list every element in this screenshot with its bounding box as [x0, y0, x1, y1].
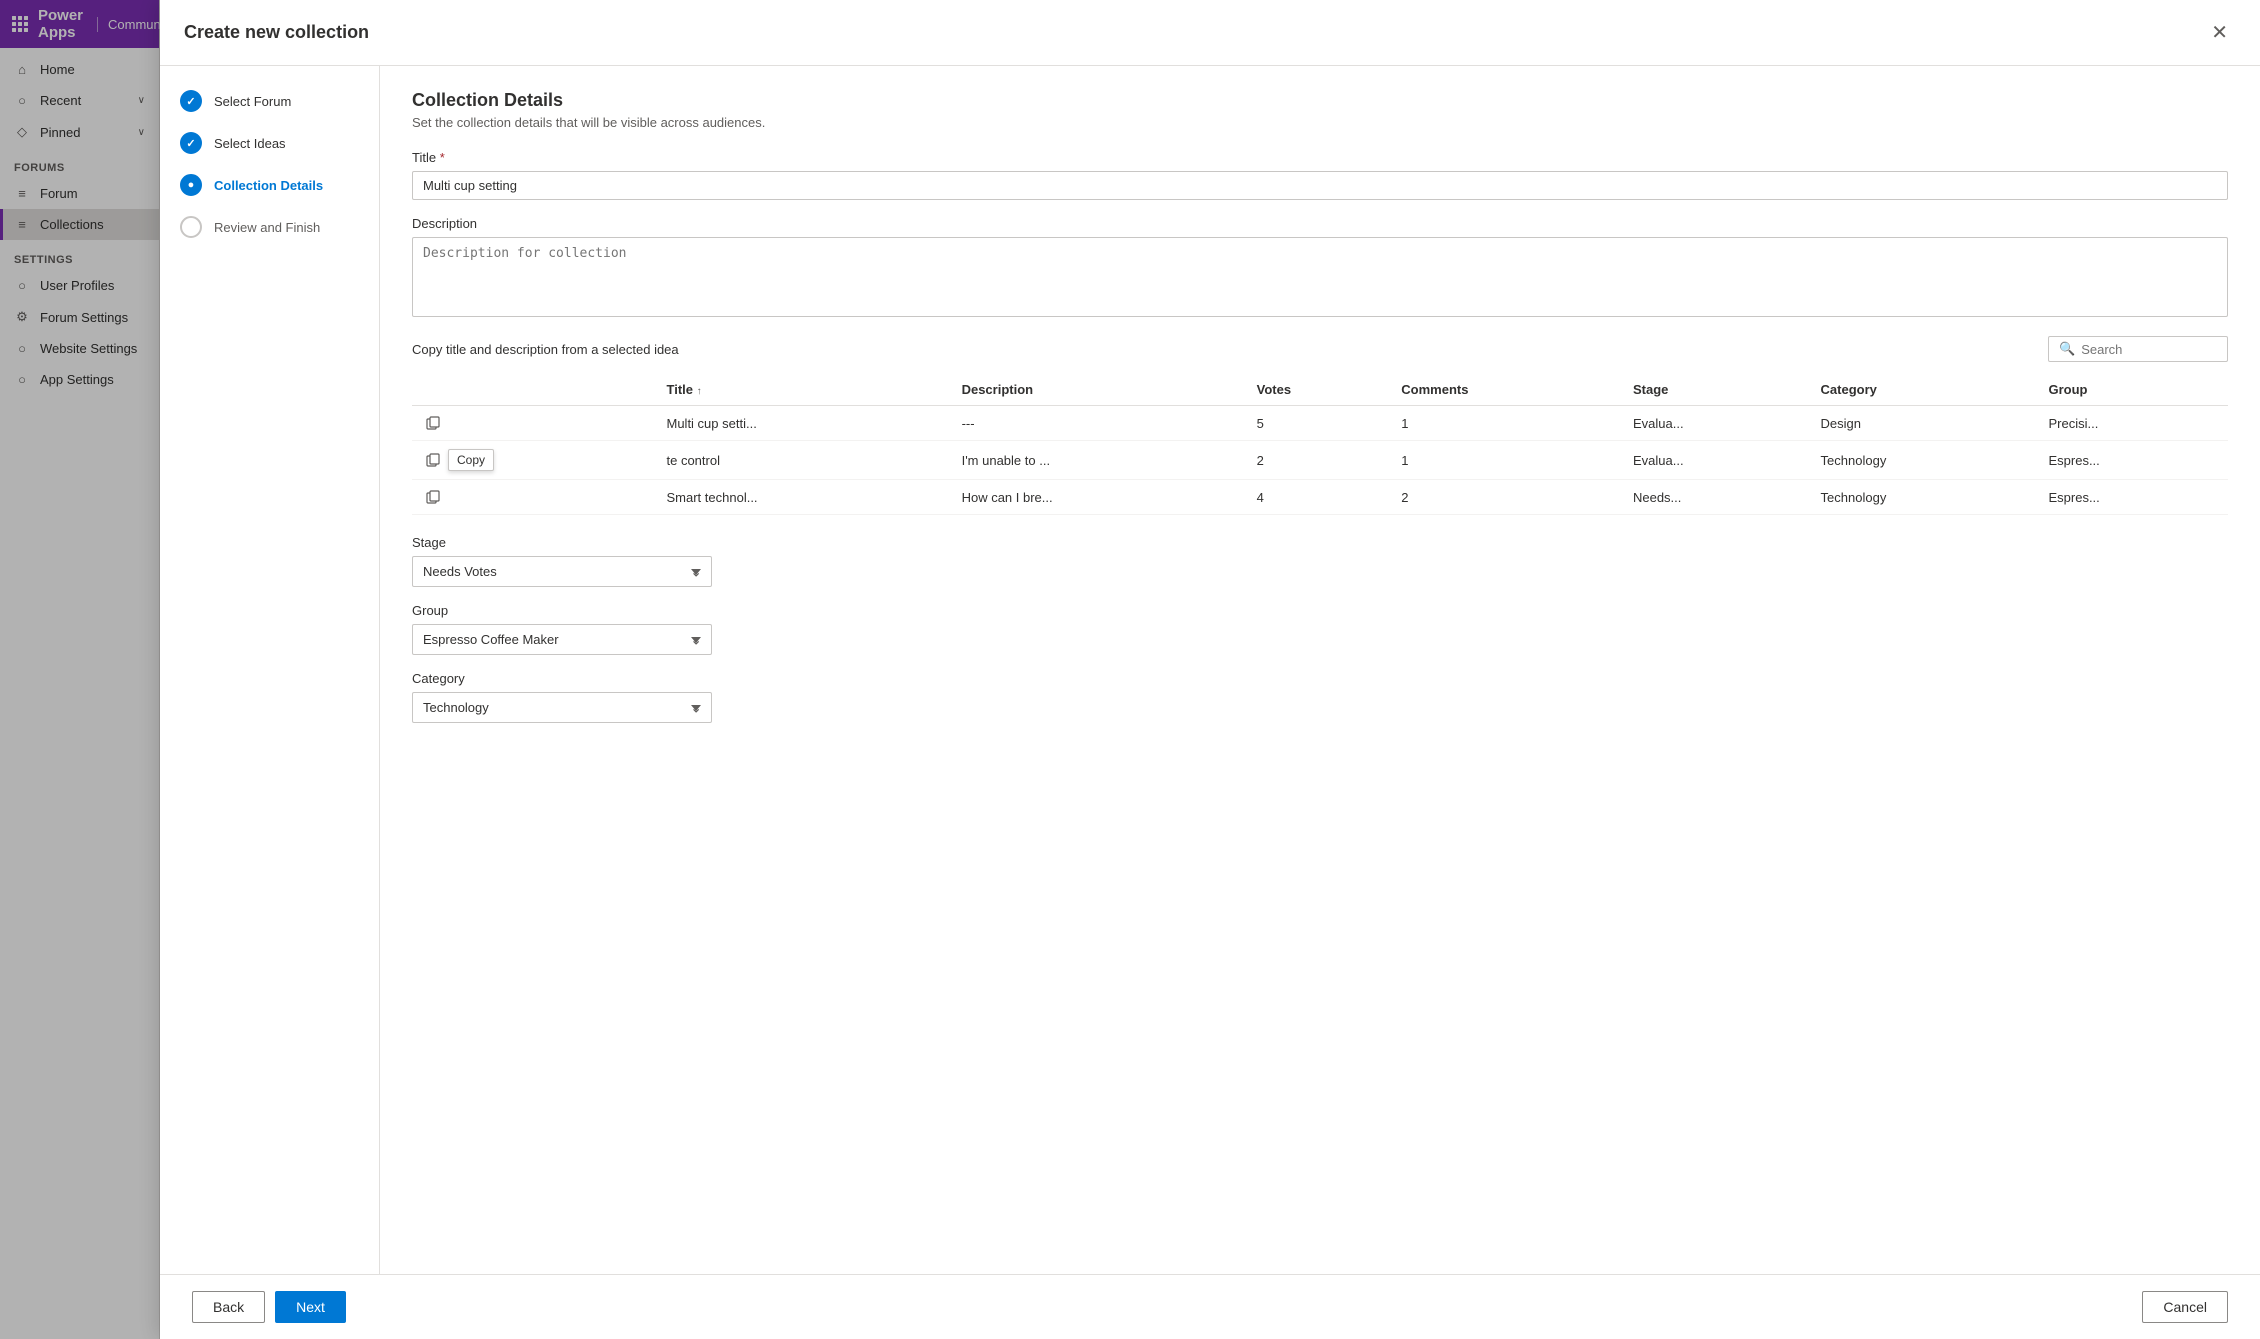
col-votes: Votes: [1247, 374, 1392, 406]
row-comments: 1: [1391, 406, 1623, 441]
row-category: Technology: [1811, 480, 2039, 515]
group-label: Group: [412, 603, 2228, 618]
dialog-body: ✓ Select Forum ✓ Select Ideas ● Collecti…: [160, 66, 2260, 1274]
stage-select[interactable]: Needs Votes Under Review Planned Complet…: [412, 556, 712, 587]
col-comments: Comments: [1391, 374, 1623, 406]
step-select-forum: ✓ Select Forum: [180, 90, 359, 112]
row-description: How can I bre...: [952, 480, 1247, 515]
group-form-group: Group Espresso Coffee Maker Precision Br…: [412, 603, 2228, 655]
sort-icon: ↑: [697, 386, 702, 397]
description-form-group: Description: [412, 216, 2228, 320]
col-category: Category: [1811, 374, 2039, 406]
stage-select-wrapper: Needs Votes Under Review Planned Complet…: [412, 556, 712, 587]
title-label: Title *: [412, 150, 2228, 165]
step-label-details: Collection Details: [214, 178, 323, 193]
row-copy-cell: Copy: [412, 441, 657, 480]
row-votes: 2: [1247, 441, 1392, 480]
row-stage: Evalua...: [1623, 406, 1811, 441]
dialog-header: Create new collection ✕: [160, 0, 2260, 66]
step-label-review: Review and Finish: [214, 220, 320, 235]
next-button[interactable]: Next: [275, 1291, 346, 1323]
row-title: Multi cup setti...: [657, 406, 952, 441]
step-label-forum: Select Forum: [214, 94, 291, 109]
row-stage: Evalua...: [1623, 441, 1811, 480]
copy-button[interactable]: [422, 414, 444, 432]
dialog-overlay: Create new collection ✕ ✓ Select Forum ✓…: [0, 0, 2260, 1339]
step-circle-forum: ✓: [180, 90, 202, 112]
row-copy-cell: [412, 406, 657, 441]
description-label: Description: [412, 216, 2228, 231]
category-select[interactable]: Technology Design Feature Request: [412, 692, 712, 723]
cancel-button[interactable]: Cancel: [2142, 1291, 2228, 1323]
step-circle-review: [180, 216, 202, 238]
table-row: Smart technol... How can I bre... 4 2 Ne…: [412, 480, 2228, 515]
stage-form-group: Stage Needs Votes Under Review Planned C…: [412, 535, 2228, 587]
step-review-finish: Review and Finish: [180, 216, 359, 238]
row-description: ---: [952, 406, 1247, 441]
row-copy-cell: [412, 480, 657, 515]
back-button[interactable]: Back: [192, 1291, 265, 1323]
copy-label: Copy title and description from a select…: [412, 342, 679, 357]
col-copy: [412, 374, 657, 406]
search-box[interactable]: 🔍: [2048, 336, 2228, 362]
row-comments: 1: [1391, 441, 1623, 480]
table-row: Multi cup setti... --- 5 1 Evalua... Des…: [412, 406, 2228, 441]
search-icon: 🔍: [2059, 341, 2075, 357]
step-select-ideas: ✓ Select Ideas: [180, 132, 359, 154]
title-form-group: Title *: [412, 150, 2228, 200]
dialog-title: Create new collection: [184, 22, 369, 43]
col-description: Description: [952, 374, 1247, 406]
search-input[interactable]: [2081, 342, 2217, 357]
group-select-wrapper: Espresso Coffee Maker Precision Brewer: [412, 624, 712, 655]
group-select[interactable]: Espresso Coffee Maker Precision Brewer: [412, 624, 712, 655]
col-title: Title ↑: [657, 374, 952, 406]
copy-section-header: Copy title and description from a select…: [412, 336, 2228, 362]
title-input[interactable]: [412, 171, 2228, 200]
row-category: Technology: [1811, 441, 2039, 480]
step-circle-details: ●: [180, 174, 202, 196]
row-comments: 2: [1391, 480, 1623, 515]
table-row: Copy te control I'm unable to ... 2 1 Ev…: [412, 441, 2228, 480]
section-subtitle: Set the collection details that will be …: [412, 115, 2228, 130]
required-mark: *: [440, 150, 445, 165]
col-group: Group: [2038, 374, 2228, 406]
row-votes: 4: [1247, 480, 1392, 515]
create-collection-dialog: Create new collection ✕ ✓ Select Forum ✓…: [160, 0, 2260, 1339]
stage-label: Stage: [412, 535, 2228, 550]
copy-button[interactable]: [422, 451, 444, 469]
row-votes: 5: [1247, 406, 1392, 441]
close-button[interactable]: ✕: [2203, 16, 2236, 49]
content-panel: Collection Details Set the collection de…: [380, 66, 2260, 1274]
row-stage: Needs...: [1623, 480, 1811, 515]
row-group: Espres...: [2038, 480, 2228, 515]
category-form-group: Category Technology Design Feature Reque…: [412, 671, 2228, 723]
category-select-wrapper: Technology Design Feature Request: [412, 692, 712, 723]
footer-left-buttons: Back Next: [192, 1291, 346, 1323]
description-textarea[interactable]: [412, 237, 2228, 317]
copy-tooltip: Copy: [448, 449, 494, 471]
dialog-footer: Back Next Cancel: [160, 1274, 2260, 1339]
copy-button[interactable]: [422, 488, 444, 506]
col-stage: Stage: [1623, 374, 1811, 406]
category-label: Category: [412, 671, 2228, 686]
row-description: I'm unable to ...: [952, 441, 1247, 480]
step-circle-ideas: ✓: [180, 132, 202, 154]
section-title: Collection Details: [412, 90, 2228, 111]
row-title: te control: [657, 441, 952, 480]
row-group: Precisi...: [2038, 406, 2228, 441]
steps-panel: ✓ Select Forum ✓ Select Ideas ● Collecti…: [160, 66, 380, 1274]
ideas-table: Title ↑ Description Votes Comments Stage…: [412, 374, 2228, 515]
step-label-ideas: Select Ideas: [214, 136, 286, 151]
row-title: Smart technol...: [657, 480, 952, 515]
step-collection-details: ● Collection Details: [180, 174, 359, 196]
row-group: Espres...: [2038, 441, 2228, 480]
row-category: Design: [1811, 406, 2039, 441]
